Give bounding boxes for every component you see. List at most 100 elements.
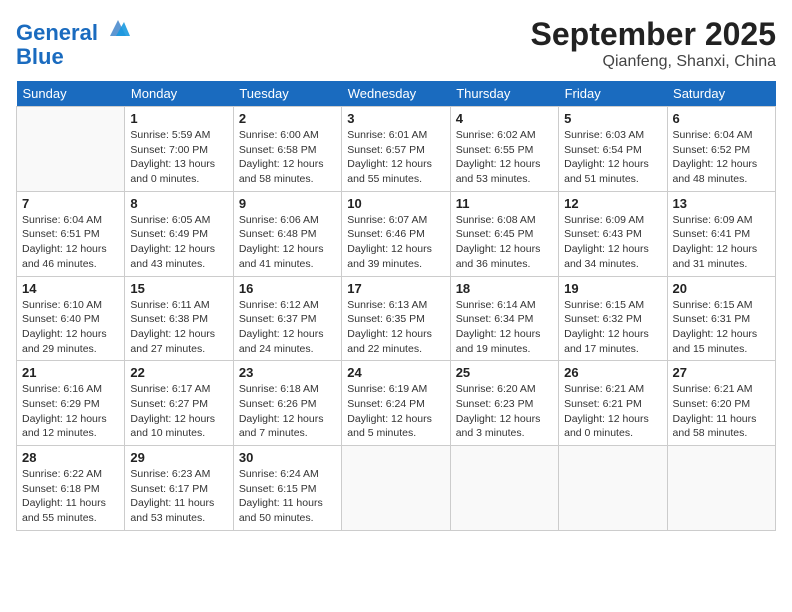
day-number: 9: [239, 196, 336, 211]
day-number: 24: [347, 365, 444, 380]
day-info: Sunrise: 6:20 AM Sunset: 6:23 PM Dayligh…: [456, 382, 553, 441]
day-info: Sunrise: 6:05 AM Sunset: 6:49 PM Dayligh…: [130, 213, 227, 272]
day-number: 1: [130, 111, 227, 126]
day-info: Sunrise: 6:10 AM Sunset: 6:40 PM Dayligh…: [22, 298, 119, 357]
day-info: Sunrise: 6:17 AM Sunset: 6:27 PM Dayligh…: [130, 382, 227, 441]
location: Qianfeng, Shanxi, China: [531, 53, 776, 71]
day-number: 16: [239, 281, 336, 296]
day-info: Sunrise: 6:11 AM Sunset: 6:38 PM Dayligh…: [130, 298, 227, 357]
calendar-cell: 1 Sunrise: 5:59 AM Sunset: 7:00 PM Daylig…: [125, 107, 233, 192]
weekday-header: Saturday: [667, 81, 775, 107]
day-info: Sunrise: 6:21 AM Sunset: 6:20 PM Dayligh…: [673, 382, 770, 441]
calendar-cell: 23Sunrise: 6:18 AM Sunset: 6:26 PM Dayli…: [233, 361, 341, 446]
day-info: Sunrise: 6:23 AM Sunset: 6:17 PM Dayligh…: [130, 467, 227, 526]
day-info: Sunrise: 5:59 AM Sunset: 7:00 PM Dayligh…: [130, 128, 227, 187]
day-info: Sunrise: 6:19 AM Sunset: 6:24 PM Dayligh…: [347, 382, 444, 441]
calendar-cell: [17, 107, 125, 192]
calendar-cell: 20 Sunrise: 6:15 AM Sunset: 6:31 PM Dayli…: [667, 276, 775, 361]
weekday-header: Wednesday: [342, 81, 450, 107]
title-block: September 2025 Qianfeng, Shanxi, China: [531, 16, 776, 71]
day-number: 6: [673, 111, 770, 126]
calendar-cell: 29 Sunrise: 6:23 AM Sunset: 6:17 PM Dayli…: [125, 446, 233, 531]
logo-icon: [106, 16, 130, 40]
calendar-cell: 16 Sunrise: 6:12 AM Sunset: 6:37 PM Dayli…: [233, 276, 341, 361]
day-info: Sunrise: 6:24 AM Sunset: 6:15 PM Dayligh…: [239, 467, 336, 526]
weekday-header: Friday: [559, 81, 667, 107]
weekday-header: Monday: [125, 81, 233, 107]
month-title: September 2025: [531, 16, 776, 53]
calendar-cell: 6 Sunrise: 6:04 AM Sunset: 6:52 PM Daylig…: [667, 107, 775, 192]
calendar-cell: 19 Sunrise: 6:15 AM Sunset: 6:32 PM Dayli…: [559, 276, 667, 361]
calendar-cell: 14 Sunrise: 6:10 AM Sunset: 6:40 PM Dayli…: [17, 276, 125, 361]
calendar-cell: 13 Sunrise: 6:09 AM Sunset: 6:41 PM Dayli…: [667, 191, 775, 276]
day-info: Sunrise: 6:04 AM Sunset: 6:51 PM Dayligh…: [22, 213, 119, 272]
day-info: Sunrise: 6:01 AM Sunset: 6:57 PM Dayligh…: [347, 128, 444, 187]
calendar-cell: 10 Sunrise: 6:07 AM Sunset: 6:46 PM Dayli…: [342, 191, 450, 276]
day-number: 10: [347, 196, 444, 211]
calendar-cell: 4 Sunrise: 6:02 AM Sunset: 6:55 PM Daylig…: [450, 107, 558, 192]
day-info: Sunrise: 6:15 AM Sunset: 6:32 PM Dayligh…: [564, 298, 661, 357]
calendar-cell: 17 Sunrise: 6:13 AM Sunset: 6:35 PM Dayli…: [342, 276, 450, 361]
calendar-cell: 5Sunrise: 6:03 AM Sunset: 6:54 PM Daylig…: [559, 107, 667, 192]
calendar-cell: 21 Sunrise: 6:16 AM Sunset: 6:29 PM Dayli…: [17, 361, 125, 446]
day-number: 28: [22, 450, 119, 465]
calendar-cell: 22 Sunrise: 6:17 AM Sunset: 6:27 PM Dayli…: [125, 361, 233, 446]
day-number: 25: [456, 365, 553, 380]
day-info: Sunrise: 6:22 AM Sunset: 6:18 PM Dayligh…: [22, 467, 119, 526]
day-number: 12: [564, 196, 661, 211]
day-info: Sunrise: 6:16 AM Sunset: 6:29 PM Dayligh…: [22, 382, 119, 441]
day-number: 15: [130, 281, 227, 296]
calendar-cell: 3 Sunrise: 6:01 AM Sunset: 6:57 PM Daylig…: [342, 107, 450, 192]
day-info: Sunrise: 6:04 AM Sunset: 6:52 PM Dayligh…: [673, 128, 770, 187]
calendar-cell: [450, 446, 558, 531]
calendar-cell: 8 Sunrise: 6:05 AM Sunset: 6:49 PM Daylig…: [125, 191, 233, 276]
day-number: 3: [347, 111, 444, 126]
calendar-cell: 24 Sunrise: 6:19 AM Sunset: 6:24 PM Dayli…: [342, 361, 450, 446]
day-info: Sunrise: 6:09 AM Sunset: 6:41 PM Dayligh…: [673, 213, 770, 272]
day-info: Sunrise: 6:08 AM Sunset: 6:45 PM Dayligh…: [456, 213, 553, 272]
logo: General Blue: [16, 16, 130, 69]
logo-text: General: [16, 16, 130, 45]
calendar-cell: 15 Sunrise: 6:11 AM Sunset: 6:38 PM Dayli…: [125, 276, 233, 361]
logo-line2: Blue: [16, 45, 130, 69]
day-number: 11: [456, 196, 553, 211]
day-info: Sunrise: 6:21 AM Sunset: 6:21 PM Dayligh…: [564, 382, 661, 441]
header-row: SundayMondayTuesdayWednesdayThursdayFrid…: [17, 81, 776, 107]
calendar-cell: 30Sunrise: 6:24 AM Sunset: 6:15 PM Dayli…: [233, 446, 341, 531]
calendar-cell: 27 Sunrise: 6:21 AM Sunset: 6:20 PM Dayli…: [667, 361, 775, 446]
calendar-cell: 7 Sunrise: 6:04 AM Sunset: 6:51 PM Daylig…: [17, 191, 125, 276]
day-info: Sunrise: 6:07 AM Sunset: 6:46 PM Dayligh…: [347, 213, 444, 272]
weekday-header: Tuesday: [233, 81, 341, 107]
calendar-cell: 2Sunrise: 6:00 AM Sunset: 6:58 PM Daylig…: [233, 107, 341, 192]
day-number: 19: [564, 281, 661, 296]
day-info: Sunrise: 6:13 AM Sunset: 6:35 PM Dayligh…: [347, 298, 444, 357]
day-number: 14: [22, 281, 119, 296]
calendar-cell: 12 Sunrise: 6:09 AM Sunset: 6:43 PM Dayli…: [559, 191, 667, 276]
calendar-cell: 9 Sunrise: 6:06 AM Sunset: 6:48 PM Daylig…: [233, 191, 341, 276]
calendar-cell: [559, 446, 667, 531]
calendar-week-row: 21 Sunrise: 6:16 AM Sunset: 6:29 PM Dayli…: [17, 361, 776, 446]
day-info: Sunrise: 6:14 AM Sunset: 6:34 PM Dayligh…: [456, 298, 553, 357]
calendar-cell: 28 Sunrise: 6:22 AM Sunset: 6:18 PM Dayli…: [17, 446, 125, 531]
calendar-table: SundayMondayTuesdayWednesdayThursdayFrid…: [16, 81, 776, 531]
day-number: 29: [130, 450, 227, 465]
day-number: 7: [22, 196, 119, 211]
day-info: Sunrise: 6:09 AM Sunset: 6:43 PM Dayligh…: [564, 213, 661, 272]
weekday-header: Sunday: [17, 81, 125, 107]
day-number: 4: [456, 111, 553, 126]
day-number: 20: [673, 281, 770, 296]
day-number: 13: [673, 196, 770, 211]
day-number: 8: [130, 196, 227, 211]
day-number: 21: [22, 365, 119, 380]
day-number: 5: [564, 111, 661, 126]
day-number: 22: [130, 365, 227, 380]
day-info: Sunrise: 6:06 AM Sunset: 6:48 PM Dayligh…: [239, 213, 336, 272]
page-header: General Blue September 2025 Qianfeng, Sh…: [16, 16, 776, 71]
day-number: 17: [347, 281, 444, 296]
day-info: Sunrise: 6:15 AM Sunset: 6:31 PM Dayligh…: [673, 298, 770, 357]
logo-line1: General: [16, 20, 98, 45]
day-info: Sunrise: 6:02 AM Sunset: 6:55 PM Dayligh…: [456, 128, 553, 187]
day-info: Sunrise: 6:12 AM Sunset: 6:37 PM Dayligh…: [239, 298, 336, 357]
day-number: 27: [673, 365, 770, 380]
day-number: 18: [456, 281, 553, 296]
